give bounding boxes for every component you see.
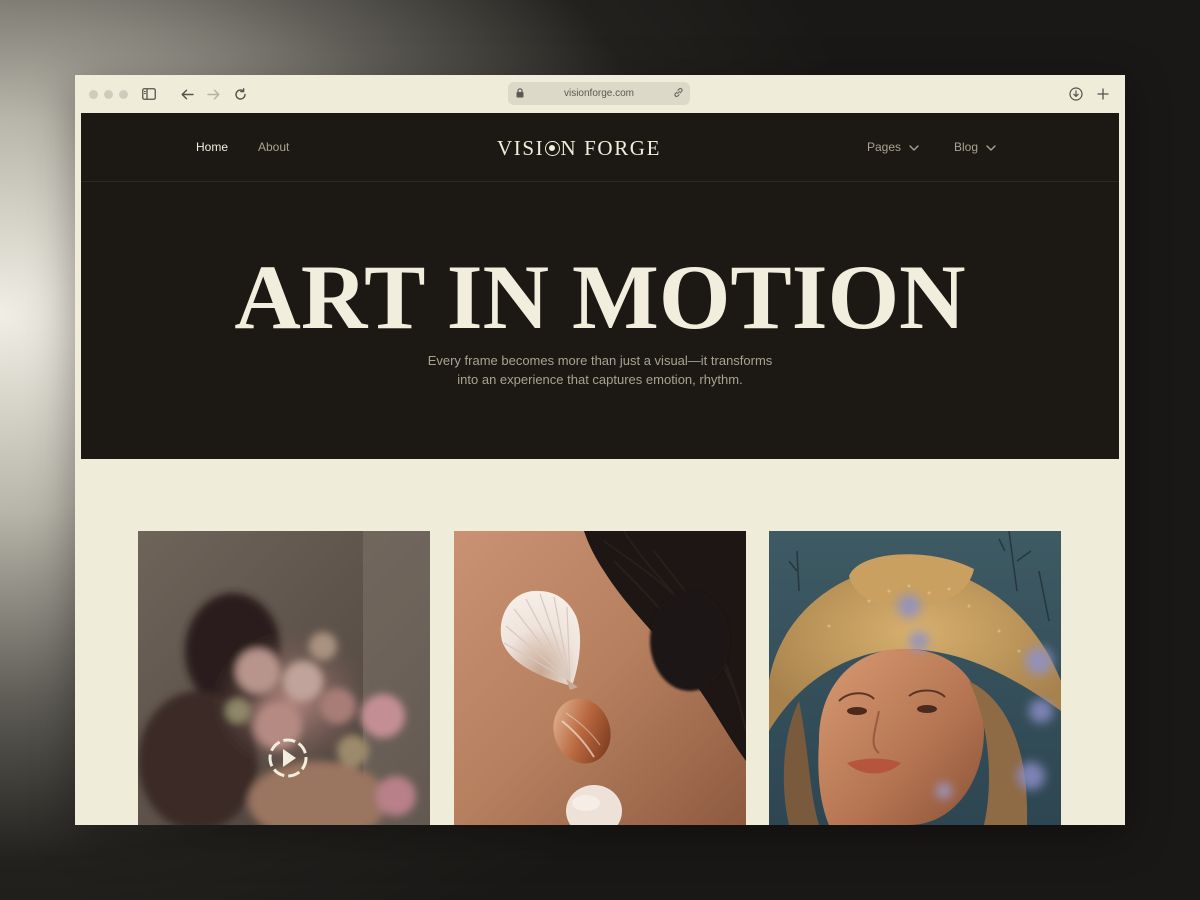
site-logo[interactable]: VISI N FORGE <box>497 135 661 161</box>
url-text: visionforge.com <box>563 88 635 99</box>
forward-arrow-icon[interactable] <box>205 86 221 102</box>
seashells-photo <box>454 531 746 825</box>
logo-eye-icon <box>545 140 560 156</box>
nav-pages-dropdown[interactable]: Pages <box>867 140 919 154</box>
nav-pages-label: Pages <box>867 140 902 154</box>
address-bar[interactable]: visionforge.com <box>508 82 690 105</box>
logo-text-left: VISI <box>497 135 545 160</box>
maximize-dot[interactable] <box>119 90 128 99</box>
plus-icon[interactable] <box>1095 86 1111 102</box>
lock-icon <box>516 88 524 101</box>
hero-title: ART IN MOTION <box>234 246 966 348</box>
gallery-card-video[interactable] <box>138 531 430 825</box>
flowers-photo <box>138 531 430 825</box>
hero-section: Home About VISI N FORGE Pages Blog ART I… <box>81 113 1119 459</box>
browser-toolbar: visionforge.com <box>75 75 1125 113</box>
nav-about-link[interactable]: About <box>258 140 289 154</box>
reload-icon[interactable] <box>232 86 248 102</box>
gallery-card-straw-hat[interactable] <box>769 531 1061 825</box>
hero-subtitle-line-2: into an experience that captures emotion… <box>457 372 743 387</box>
chevron-down-icon <box>909 140 919 154</box>
straw-hat-photo <box>769 531 1061 825</box>
link-icon[interactable] <box>673 87 684 101</box>
minimize-dot[interactable] <box>104 90 113 99</box>
hero-subtitle-line-1: Every frame becomes more than just a vis… <box>427 353 773 368</box>
nav-blog-label: Blog <box>954 140 979 154</box>
chevron-down-icon <box>986 140 996 154</box>
back-arrow-icon[interactable] <box>179 86 195 102</box>
nav-home-link[interactable]: Home <box>196 140 228 154</box>
browser-window: visionforge.com Home About VISI N FORGE P… <box>75 75 1125 825</box>
logo-text-right: N FORGE <box>560 135 661 160</box>
hero-subtitle: Every frame becomes more than just a vis… <box>400 351 800 389</box>
play-icon <box>268 738 308 778</box>
window-controls[interactable] <box>89 90 128 99</box>
site-nav: Home About VISI N FORGE Pages Blog <box>81 113 1119 182</box>
nav-blog-dropdown[interactable]: Blog <box>954 140 996 154</box>
website-page: Home About VISI N FORGE Pages Blog ART I… <box>81 113 1119 825</box>
close-dot[interactable] <box>89 90 98 99</box>
download-icon[interactable] <box>1068 86 1084 102</box>
gallery-card-seashells[interactable] <box>454 531 746 825</box>
play-button[interactable] <box>266 736 310 780</box>
sidebar-icon[interactable] <box>141 86 157 102</box>
